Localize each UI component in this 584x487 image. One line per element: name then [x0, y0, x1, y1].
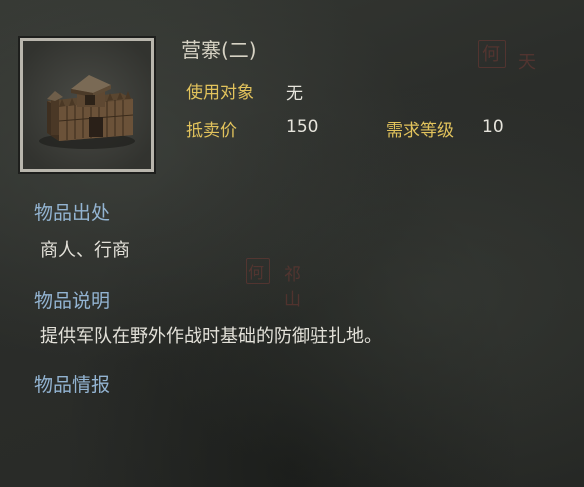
sell-price-value: 150 — [286, 117, 319, 137]
target-value: 无 — [286, 84, 303, 104]
item-icon-frame — [20, 38, 154, 172]
target-label: 使用对象 — [186, 83, 254, 103]
camp-fortress-icon — [23, 41, 151, 169]
origin-heading: 物品出处 — [34, 202, 111, 224]
map-mark-he-2: 何 — [248, 263, 265, 282]
item-tooltip-panel: 何 天 何 祁山 营寨(二) 使用对象 无 抵卖价 150 需求等级 10 物品… — [0, 0, 584, 487]
intel-heading: 物品情报 — [34, 374, 111, 396]
sell-price-label: 抵卖价 — [186, 121, 237, 141]
level-requirement-label: 需求等级 — [386, 121, 454, 141]
description-heading: 物品说明 — [34, 290, 111, 312]
map-mark-qishan: 祁山 — [284, 265, 301, 310]
map-mark-tian: 天 — [518, 52, 536, 73]
map-mark-he-1: 何 — [482, 44, 500, 65]
item-name: 营寨(二) — [181, 38, 257, 62]
description-text: 提供军队在野外作战时基础的防御驻扎地。 — [40, 326, 382, 347]
level-requirement-value: 10 — [482, 117, 504, 137]
origin-text: 商人、行商 — [40, 240, 130, 261]
